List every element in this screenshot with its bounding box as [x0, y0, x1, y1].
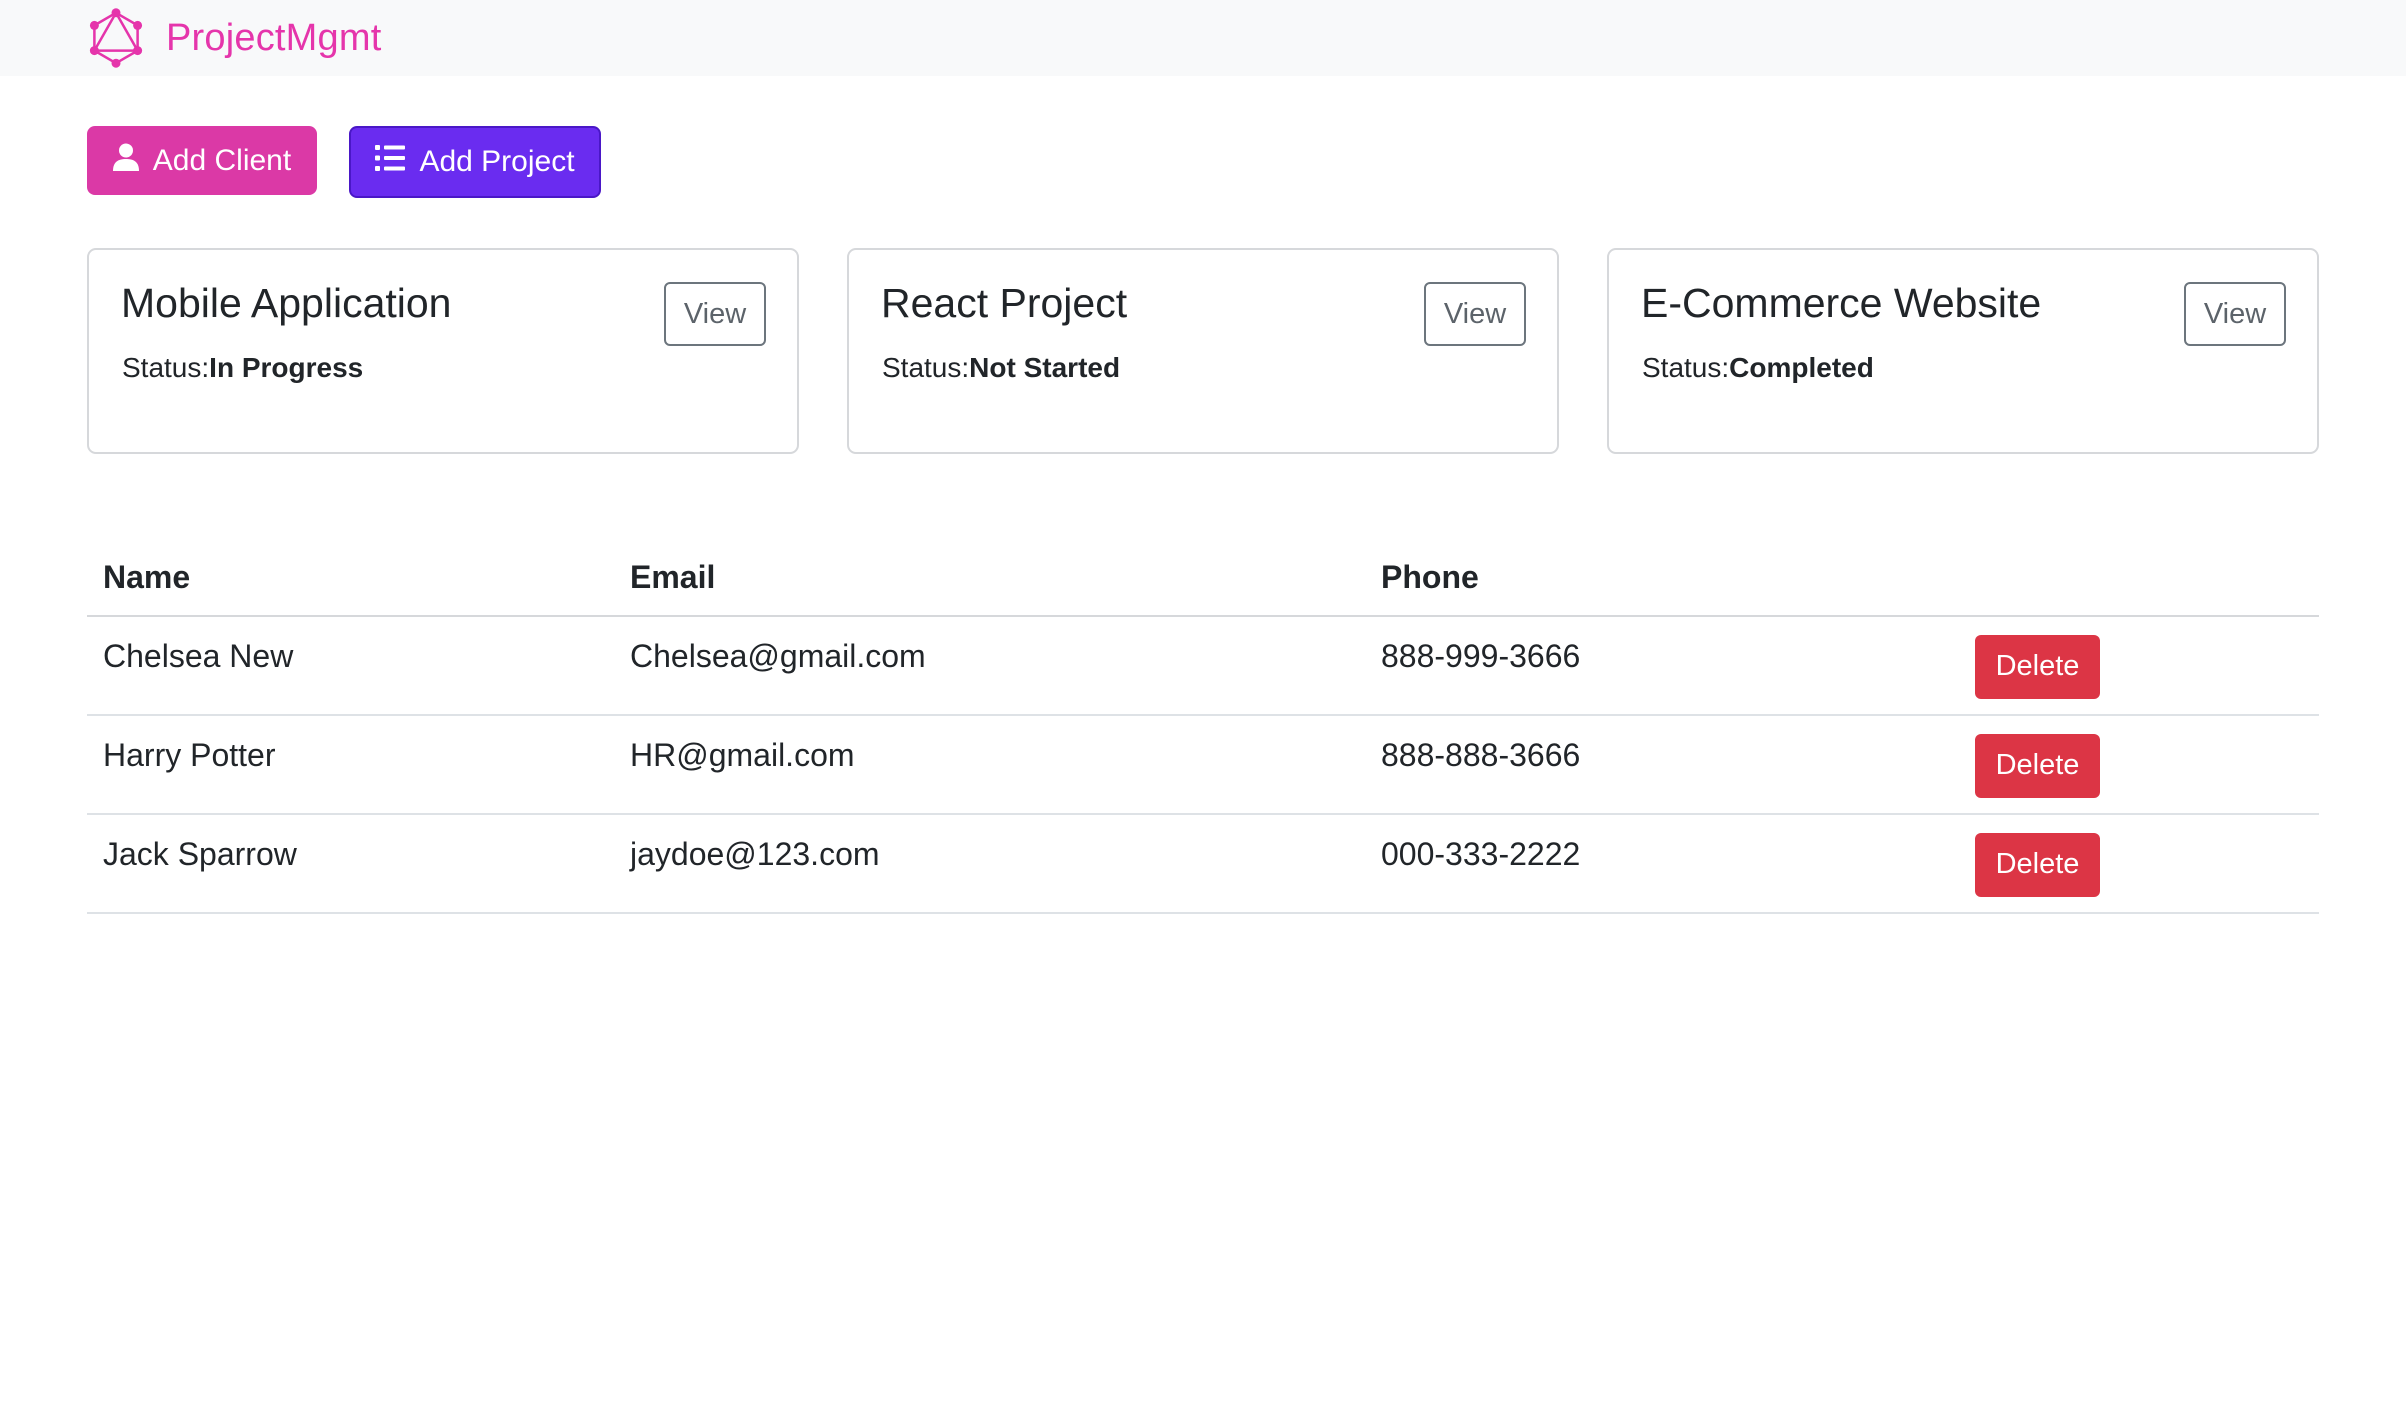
view-project-button[interactable]: View	[1424, 282, 1526, 346]
clients-table: Name Email Phone Chelsea New Chelsea@gma…	[87, 540, 2319, 914]
client-name-cell: Jack Sparrow	[87, 814, 614, 914]
client-name-cell: Harry Potter	[87, 715, 614, 815]
project-title: E-Commerce Website	[1641, 280, 2042, 326]
project-card: E-Commerce Website Status:Completed View	[1607, 248, 2319, 454]
client-email-cell: Chelsea@gmail.com	[614, 616, 1365, 716]
project-card: Mobile Application Status:In Progress Vi…	[87, 248, 799, 454]
delete-client-button[interactable]: Delete	[1975, 634, 2100, 699]
client-email: jaydoe@123.com	[630, 836, 880, 872]
client-email-cell: jaydoe@123.com	[614, 814, 1365, 914]
column-header-phone: Phone	[1365, 540, 1959, 617]
view-project-button[interactable]: View	[2184, 282, 2286, 346]
table-row: Jack Sparrow jaydoe@123.com 000-333-2222…	[87, 814, 2319, 914]
add-project-label: Add Project	[419, 145, 575, 178]
view-project-button[interactable]: View	[664, 282, 766, 346]
brand-name: ProjectMgmt	[166, 16, 382, 59]
table-row: Harry Potter HR@gmail.com 888-888-3666 D…	[87, 715, 2319, 815]
list-icon	[375, 145, 406, 179]
column-header-action	[1959, 540, 2319, 617]
project-card: React Project Status:Not Started View	[847, 248, 1559, 454]
client-email-cell: HR@gmail.com	[614, 715, 1365, 815]
graphql-logo-icon	[89, 8, 143, 68]
brand-link[interactable]: ProjectMgmt	[86, 6, 381, 70]
status-value: Completed	[1729, 352, 1874, 383]
client-email: Chelsea@gmail.com	[630, 638, 926, 674]
add-client-label: Add Client	[152, 143, 292, 177]
delete-client-button[interactable]: Delete	[1975, 832, 2100, 897]
status-label: Status:	[1642, 352, 1730, 383]
table-header-row: Name Email Phone	[87, 540, 2319, 617]
project-status: Status:Not Started	[882, 352, 1120, 384]
project-status: Status:In Progress	[122, 352, 363, 384]
client-phone: 888-888-3666	[1381, 737, 1581, 773]
client-phone-cell: 888-888-3666	[1365, 715, 1959, 815]
user-icon	[112, 143, 139, 179]
client-phone-cell: 000-333-2222	[1365, 814, 1959, 914]
project-status: Status:Completed	[1642, 352, 1874, 384]
client-name: Harry Potter	[103, 737, 276, 773]
add-project-button[interactable]: Add Project	[349, 126, 601, 198]
status-label: Status:	[882, 352, 970, 383]
client-name: Jack Sparrow	[103, 836, 297, 872]
project-title: React Project	[881, 280, 1128, 326]
client-phone: 000-333-2222	[1381, 836, 1581, 872]
status-value: In Progress	[209, 352, 364, 383]
status-value: Not Started	[969, 352, 1121, 383]
client-action-cell: Delete	[1959, 616, 2319, 716]
client-action-cell: Delete	[1959, 715, 2319, 815]
delete-client-button[interactable]: Delete	[1975, 733, 2100, 798]
project-title: Mobile Application	[121, 280, 452, 326]
client-name-cell: Chelsea New	[87, 616, 614, 716]
client-action-cell: Delete	[1959, 814, 2319, 914]
client-email: HR@gmail.com	[630, 737, 855, 773]
add-client-button[interactable]: Add Client	[87, 126, 317, 195]
table-row: Chelsea New Chelsea@gmail.com 888-999-36…	[87, 616, 2319, 716]
client-phone: 888-999-3666	[1381, 638, 1581, 674]
client-name: Chelsea New	[103, 638, 294, 674]
status-label: Status:	[122, 352, 210, 383]
client-phone-cell: 888-999-3666	[1365, 616, 1959, 716]
navbar: ProjectMgmt	[0, 0, 2406, 76]
column-header-name: Name	[87, 540, 614, 617]
column-header-email: Email	[614, 540, 1365, 617]
